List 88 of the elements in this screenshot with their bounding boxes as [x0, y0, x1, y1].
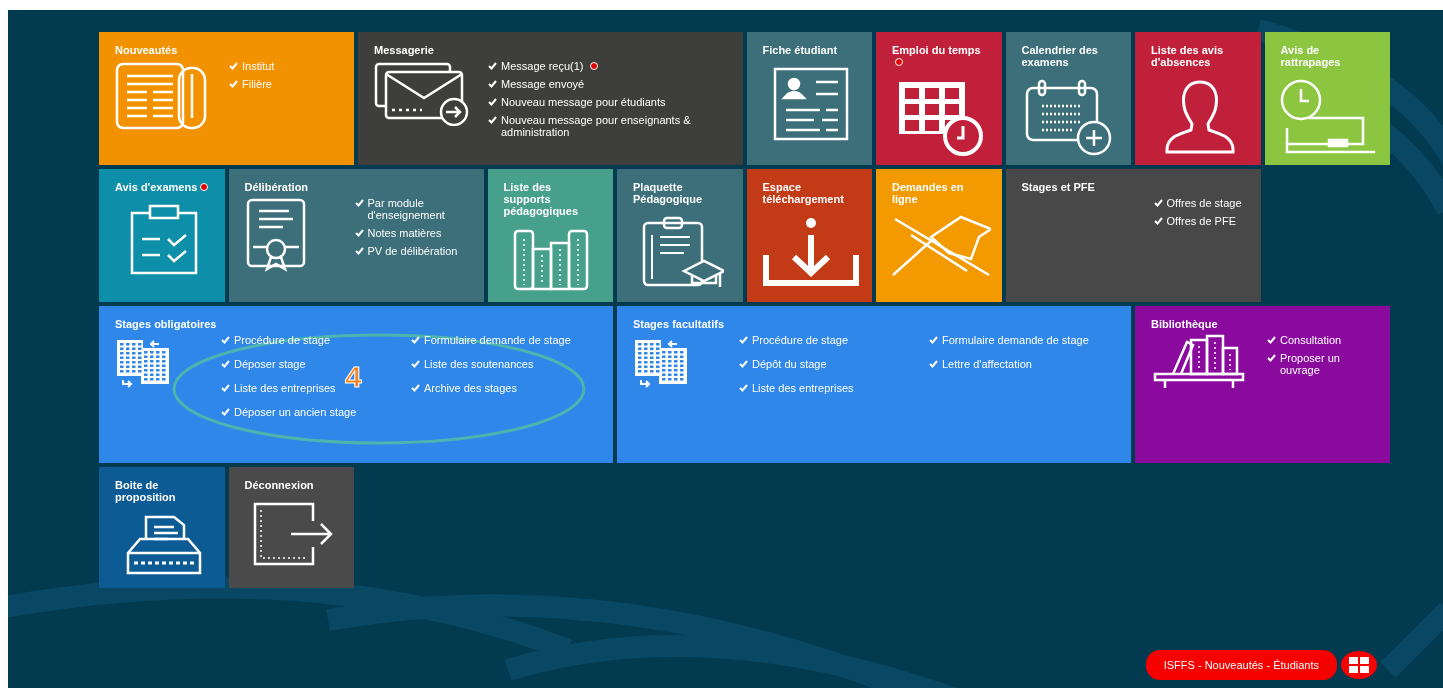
crossed-pin-icon: [890, 215, 991, 277]
menu-tile[interactable]: Stages et PFE Offres de stage Offres de PFE: [1005, 169, 1261, 302]
tile-title: Stages et PFE: [1021, 181, 1095, 193]
menu-link[interactable]: Procédure de stage: [221, 334, 330, 346]
menu-link[interactable]: Archive des stages: [411, 382, 517, 394]
check-icon: [411, 336, 420, 344]
tiles-menu-button[interactable]: [1341, 650, 1377, 679]
check-icon: [411, 360, 420, 368]
tile-title: Délibération: [244, 181, 309, 193]
menu-link[interactable]: Par module d'enseignement: [354, 197, 472, 221]
menu-link[interactable]: Offres de PFE: [1153, 215, 1236, 227]
menu-tile[interactable]: Plaquette Pédagogique: [617, 169, 743, 302]
menu-link[interactable]: Dépôt du stage: [739, 358, 827, 370]
tile-title: Stages obligatoires: [115, 318, 217, 330]
menu-tile[interactable]: Emploi du temps: [876, 32, 1002, 165]
menu-link[interactable]: Procédure de stage: [739, 334, 848, 346]
check-icon: [739, 384, 748, 392]
profile-sheet-icon: [772, 66, 851, 142]
check-icon: [929, 360, 938, 368]
check-icon: [411, 384, 420, 392]
tile-title: Liste des avis d'absences: [1151, 44, 1224, 68]
tile-title: Messagerie: [374, 44, 434, 56]
menu-link[interactable]: Notes matières: [354, 227, 442, 239]
check-icon: [488, 80, 497, 88]
menu-link[interactable]: Offres de stage: [1153, 197, 1242, 209]
tile-title: Stages facultatifs: [633, 318, 725, 330]
menu-link[interactable]: Message envoyé: [488, 78, 585, 90]
menu-tile[interactable]: Stages facultatifs Procédure de stage Formulaire demande de stage Dépôt du stage Lettre d'affectation Liste des entreprises: [617, 306, 1131, 463]
check-icon: [221, 360, 230, 368]
step-number: 4: [345, 362, 362, 392]
menu-link[interactable]: Déposer stage: [221, 358, 306, 370]
check-icon: [488, 62, 497, 70]
tile-title: Espace téléchargement: [762, 181, 844, 205]
tile-title: Liste des supports pédagogiques: [503, 181, 579, 217]
check-icon: [929, 336, 938, 344]
menu-tile[interactable]: Espace téléchargement: [746, 169, 872, 302]
menu-tile[interactable]: Messagerie Message reçu(1) Message envoyé Nouveau message pour étudiants Nouveau message pour enseignants & administration: [358, 32, 743, 165]
menu-link[interactable]: PV de délibération: [354, 245, 458, 257]
menu-tile[interactable]: Calendrier des examens: [1005, 32, 1131, 165]
menu-tile[interactable]: Déconnexion: [228, 467, 354, 588]
check-icon: [221, 408, 230, 416]
download-icon: [762, 215, 861, 289]
menu-link[interactable]: Lettre d'affectation: [929, 358, 1032, 370]
menu-tile[interactable]: Boite de proposition: [99, 467, 225, 588]
menu-tile[interactable]: Liste des avis d'absences: [1135, 32, 1261, 165]
menu-link[interactable]: Nouveau message pour enseignants & administration: [488, 114, 731, 138]
grid-icon: [1349, 656, 1369, 673]
bookshelf-icon: [1151, 334, 1247, 390]
check-icon: [739, 336, 748, 344]
menu-link[interactable]: Déposer un ancien stage: [221, 406, 357, 418]
menu-link[interactable]: Proposer un ouvrage: [1267, 352, 1367, 376]
tile-title: Avis d'examens: [115, 181, 198, 193]
menu-link[interactable]: Liste des entreprises: [739, 382, 854, 394]
check-icon: [229, 62, 238, 70]
check-icon: [488, 116, 497, 124]
breadcrumb-button[interactable]: ISFFS - Nouveautés - Étudiants: [1145, 649, 1337, 680]
menu-tile[interactable]: Délibération Par module d'enseignement Notes matières PV de délibération: [228, 169, 484, 302]
tile-title: Plaquette Pédagogique: [633, 181, 703, 205]
tile-title: Demandes en ligne: [892, 181, 964, 205]
tile-title: Avis de rattrapages: [1280, 44, 1341, 68]
menu-link[interactable]: Formulaire demande de stage: [411, 334, 571, 346]
tile-title: Déconnexion: [244, 479, 314, 491]
menu-tile[interactable]: Liste des supports pédagogiques: [487, 169, 613, 302]
check-icon: [221, 384, 230, 392]
menu-link[interactable]: Message reçu(1): [488, 60, 584, 72]
certificate-icon: [244, 197, 307, 273]
check-icon: [1267, 354, 1276, 362]
tile-title: Emploi du temps: [892, 44, 981, 56]
menu-tile[interactable]: Fiche étudiant: [746, 32, 872, 165]
menu-link[interactable]: Formulaire demande de stage: [929, 334, 1089, 346]
check-icon: [221, 336, 230, 344]
tile-title: Boite de proposition: [115, 479, 176, 503]
tile-title: Calendrier des examens: [1021, 44, 1098, 68]
menu-link[interactable]: Consultation: [1267, 334, 1342, 346]
check-icon: [488, 98, 497, 106]
check-icon: [1267, 336, 1276, 344]
check-icon: [229, 80, 238, 88]
menu-tile[interactable]: Bibliothèque Consultation Proposer un ouvrage: [1135, 306, 1390, 463]
check-icon: [739, 360, 748, 368]
tile-title: Fiche étudiant: [762, 44, 838, 56]
check-icon: [354, 199, 364, 207]
tile-title: Nouveautés: [115, 44, 178, 56]
menu-link[interactable]: Liste des entreprises: [221, 382, 336, 394]
menu-link[interactable]: Nouveau message pour étudiants: [488, 96, 666, 108]
menu-link[interactable]: Liste des soutenances: [411, 358, 534, 370]
tile-title: Bibliothèque: [1151, 318, 1218, 330]
menu-tile[interactable]: Stages obligatoires Procédure de stage Formulaire demande de stage Déposer stage Liste des soutenances Liste des entreprises Archive des stages Déposer un ancien stage 4: [99, 306, 613, 463]
menu-tile[interactable]: Avis d'examens: [99, 169, 225, 302]
